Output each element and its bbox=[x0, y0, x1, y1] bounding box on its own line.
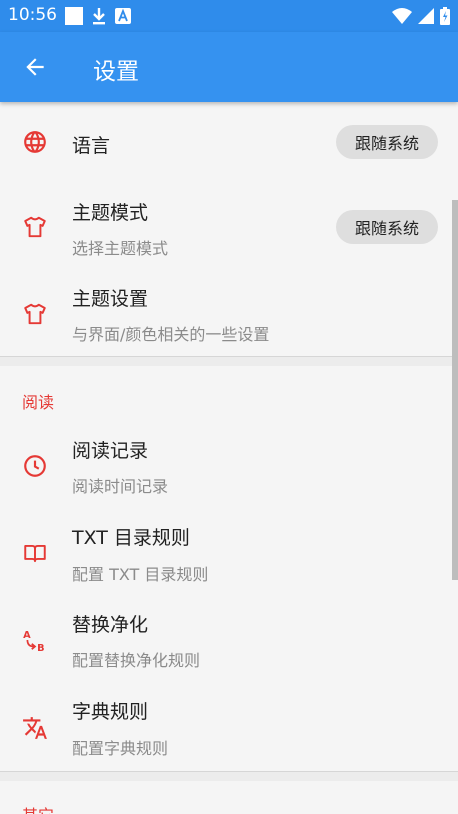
setting-theme-settings-title: 主题设置 bbox=[72, 288, 149, 310]
theme-mode-value-chip[interactable]: 跟随系统 bbox=[336, 210, 438, 244]
svg-text:B: B bbox=[37, 643, 44, 653]
setting-dictionary-rules[interactable]: 字典规则 配置字典规则 bbox=[0, 682, 458, 770]
setting-txt-toc-rules-subtitle: 配置 TXT 目录规则 bbox=[72, 565, 209, 584]
settings-list: 语言 跟随系统 主题模式 选择主题模式 跟随系统 主题设置 与界面/颜色相关的一… bbox=[0, 102, 458, 814]
setting-theme-mode-title: 主题模式 bbox=[72, 202, 149, 224]
wifi-icon bbox=[392, 8, 412, 28]
setting-theme-mode[interactable]: 主题模式 选择主题模式 跟随系统 bbox=[0, 188, 458, 274]
square-icon bbox=[65, 7, 83, 29]
status-bar: 10:56 bbox=[0, 0, 458, 32]
setting-theme-settings-subtitle: 与界面/颜色相关的一些设置 bbox=[72, 325, 270, 344]
back-button[interactable] bbox=[18, 50, 52, 84]
signal-icon bbox=[418, 8, 434, 28]
tshirt-icon bbox=[22, 214, 48, 240]
setting-reading-record-title: 阅读记录 bbox=[72, 440, 149, 462]
text-a-icon bbox=[115, 8, 131, 28]
setting-theme-settings[interactable]: 主题设置 与界面/颜色相关的一些设置 bbox=[0, 274, 458, 356]
setting-replace-purify[interactable]: AB 替换净化 配置替换净化规则 bbox=[0, 596, 458, 682]
setting-replace-purify-title: 替换净化 bbox=[72, 614, 149, 636]
download-icon bbox=[92, 7, 106, 29]
section-header-reading: 阅读 bbox=[22, 393, 55, 412]
battery-icon bbox=[440, 7, 450, 29]
setting-language-title: 语言 bbox=[72, 135, 111, 157]
setting-replace-purify-subtitle: 配置替换净化规则 bbox=[72, 651, 201, 670]
setting-reading-record-subtitle: 阅读时间记录 bbox=[72, 477, 169, 496]
translate-icon bbox=[22, 715, 48, 741]
language-value-chip[interactable]: 跟随系统 bbox=[336, 125, 438, 159]
setting-theme-mode-subtitle: 选择主题模式 bbox=[72, 239, 169, 258]
tshirt-icon bbox=[22, 301, 48, 327]
status-time: 10:56 bbox=[8, 5, 57, 25]
section-divider bbox=[0, 356, 458, 366]
scrollbar[interactable] bbox=[452, 200, 458, 580]
svg-text:A: A bbox=[23, 630, 31, 641]
setting-dictionary-rules-subtitle: 配置字典规则 bbox=[72, 739, 169, 758]
page-title: 设置 bbox=[93, 59, 139, 85]
section-divider bbox=[0, 771, 458, 781]
globe-icon bbox=[22, 129, 48, 155]
setting-dictionary-rules-title: 字典规则 bbox=[72, 701, 149, 723]
app-bar: 设置 bbox=[0, 32, 458, 102]
setting-txt-toc-rules-title: TXT 目录规则 bbox=[72, 527, 190, 549]
replace-icon: AB bbox=[22, 627, 48, 653]
setting-reading-record[interactable]: 阅读记录 阅读时间记录 bbox=[0, 422, 458, 508]
arrow-back-icon bbox=[26, 58, 44, 76]
setting-language[interactable]: 语言 跟随系统 bbox=[0, 102, 458, 182]
setting-txt-toc-rules[interactable]: TXT 目录规则 配置 TXT 目录规则 bbox=[0, 508, 458, 596]
book-icon bbox=[22, 540, 48, 566]
section-header-other: 其它 bbox=[22, 802, 54, 814]
clock-icon bbox=[22, 453, 48, 479]
